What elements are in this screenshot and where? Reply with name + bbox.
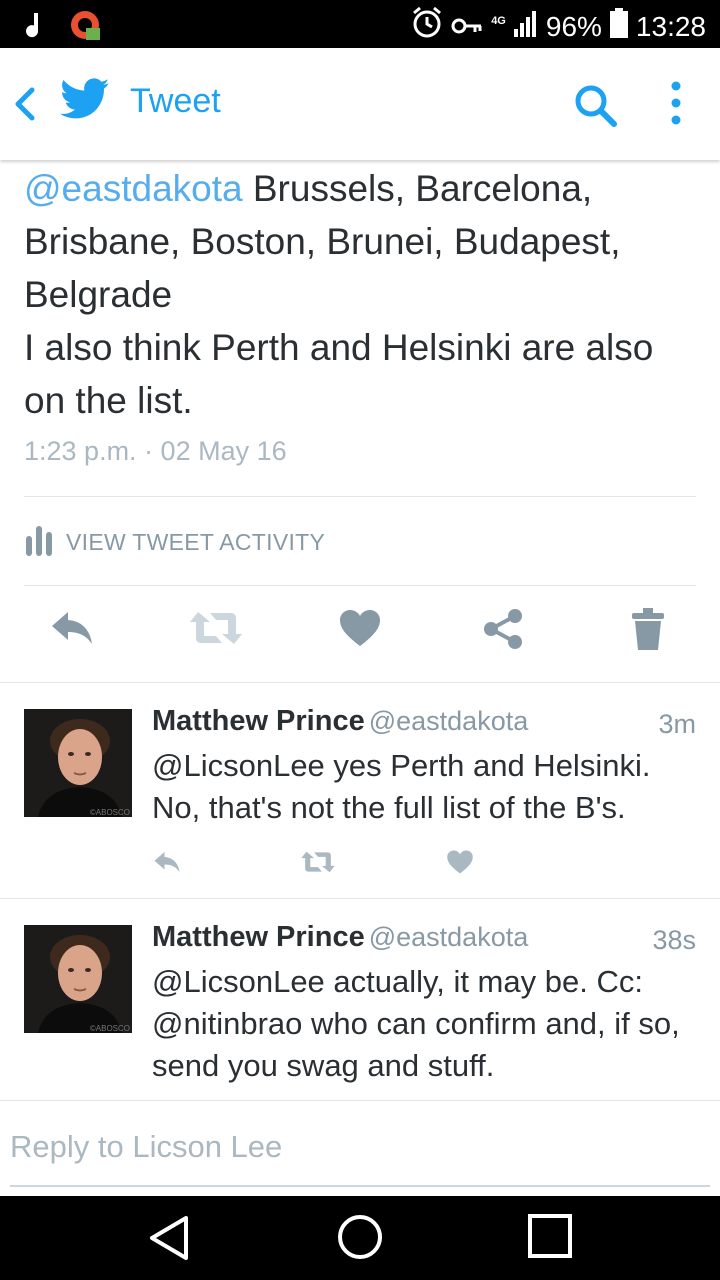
author-line[interactable]: Matthew Prince @eastdakota xyxy=(152,921,528,954)
author-handle: @eastdakota xyxy=(368,706,529,736)
retweet-icon[interactable] xyxy=(188,608,244,653)
reply-compose-bar: Reply to Licson Lee xyxy=(0,1100,720,1197)
reply-input[interactable]: Reply to Licson Lee xyxy=(10,1129,710,1165)
more-options-icon[interactable] xyxy=(670,80,682,131)
twitter-bird-icon xyxy=(60,78,110,125)
author-name: Matthew Prince xyxy=(152,921,365,953)
battery-percent: 96% xyxy=(545,10,602,42)
nav-recents-icon[interactable] xyxy=(528,1214,572,1263)
status-right: 4G 96% 13:28 xyxy=(411,6,706,47)
tweet-line: Belgrade xyxy=(24,274,173,315)
share-icon[interactable] xyxy=(482,608,524,655)
tweet-timestamp: 1:23 p.m. · 02 May 16 xyxy=(24,436,287,466)
alarm-icon xyxy=(411,6,443,47)
reply-tweet[interactable]: ©ABOSCO Matthew Prince @eastdakota 3m @Li… xyxy=(0,683,720,898)
reply-line: @nitinbrao who can confirm and, if so, xyxy=(152,1006,680,1041)
divider xyxy=(24,585,696,586)
divider xyxy=(24,496,696,497)
tweet-text: @eastdakota Brussels, Barcelona, Brisban… xyxy=(24,162,704,427)
like-heart-icon[interactable] xyxy=(338,608,382,653)
network-type-icon: 4G xyxy=(491,15,506,27)
avatar-photo xyxy=(24,925,132,1033)
author-handle: @eastdakota xyxy=(368,922,529,952)
tweet-mention-link[interactable]: @eastdakota xyxy=(24,168,243,209)
reply-line: No, that's not the full list of the B's. xyxy=(152,790,626,825)
view-tweet-activity-link[interactable]: VIEW TWEET ACTIVITY xyxy=(24,522,325,562)
tweet-line: Brisbane, Boston, Brunei, Budapest, xyxy=(24,221,621,262)
page-title: Tweet xyxy=(130,82,221,120)
avatar-watermark: ©ABOSCO xyxy=(89,808,130,817)
music-note-icon xyxy=(24,11,46,46)
reply-tweet[interactable]: ©ABOSCO Matthew Prince @eastdakota 38s @L… xyxy=(0,899,720,1099)
search-icon[interactable] xyxy=(572,82,618,133)
clock-time: 13:28 xyxy=(635,10,706,42)
back-chevron-icon[interactable] xyxy=(10,82,40,126)
app-notification-icon xyxy=(68,8,104,49)
reply-text: @LicsonLee yes Perth and Helsinki. No, t… xyxy=(152,745,702,829)
avatar[interactable]: ©ABOSCO xyxy=(24,709,132,817)
avatar-photo xyxy=(24,709,132,817)
tweet-line: @eastdakota Brussels, Barcelona, xyxy=(24,162,704,215)
tweet-line: I also think Perth and Helsinki are also xyxy=(24,327,654,368)
author-line[interactable]: Matthew Prince @eastdakota xyxy=(152,705,528,738)
retweet-icon[interactable] xyxy=(300,849,336,880)
delete-trash-icon[interactable] xyxy=(630,608,666,655)
tweet-text-segment: Brussels, Barcelona, xyxy=(242,168,593,209)
reply-time: 3m xyxy=(658,709,696,739)
system-nav-bar xyxy=(0,1196,720,1280)
author-name: Matthew Prince xyxy=(152,705,365,737)
status-bar: 4G 96% 13:28 xyxy=(0,0,720,48)
reply-text: @LicsonLee actually, it may be. Cc: @nit… xyxy=(152,961,702,1087)
reply-line: @LicsonLee actually, it may be. Cc: xyxy=(152,964,643,999)
bar-chart-icon xyxy=(24,522,54,562)
vpn-key-icon xyxy=(451,11,483,43)
network-type-label: 4G xyxy=(491,14,506,27)
avatar-watermark: ©ABOSCO xyxy=(89,1024,130,1033)
like-heart-icon[interactable] xyxy=(446,849,474,880)
signal-icon xyxy=(513,9,538,44)
reply-line: send you swag and stuff. xyxy=(152,1048,495,1083)
reply-input-underline xyxy=(10,1185,710,1187)
tweet-line: on the list. xyxy=(24,380,193,421)
reply-icon[interactable] xyxy=(152,849,182,880)
battery-icon xyxy=(609,8,628,45)
reply-icon[interactable] xyxy=(48,608,96,653)
avatar[interactable]: ©ABOSCO xyxy=(24,925,132,1033)
app-bar: Tweet xyxy=(0,48,720,160)
nav-home-icon[interactable] xyxy=(337,1214,383,1265)
status-left xyxy=(24,8,104,49)
nav-back-icon[interactable] xyxy=(148,1214,192,1267)
view-tweet-activity-label: VIEW TWEET ACTIVITY xyxy=(66,528,326,555)
tweet-actions xyxy=(0,608,720,658)
reply-line: @LicsonLee yes Perth and Helsinki. xyxy=(152,748,651,783)
reply-time: 38s xyxy=(652,925,696,955)
